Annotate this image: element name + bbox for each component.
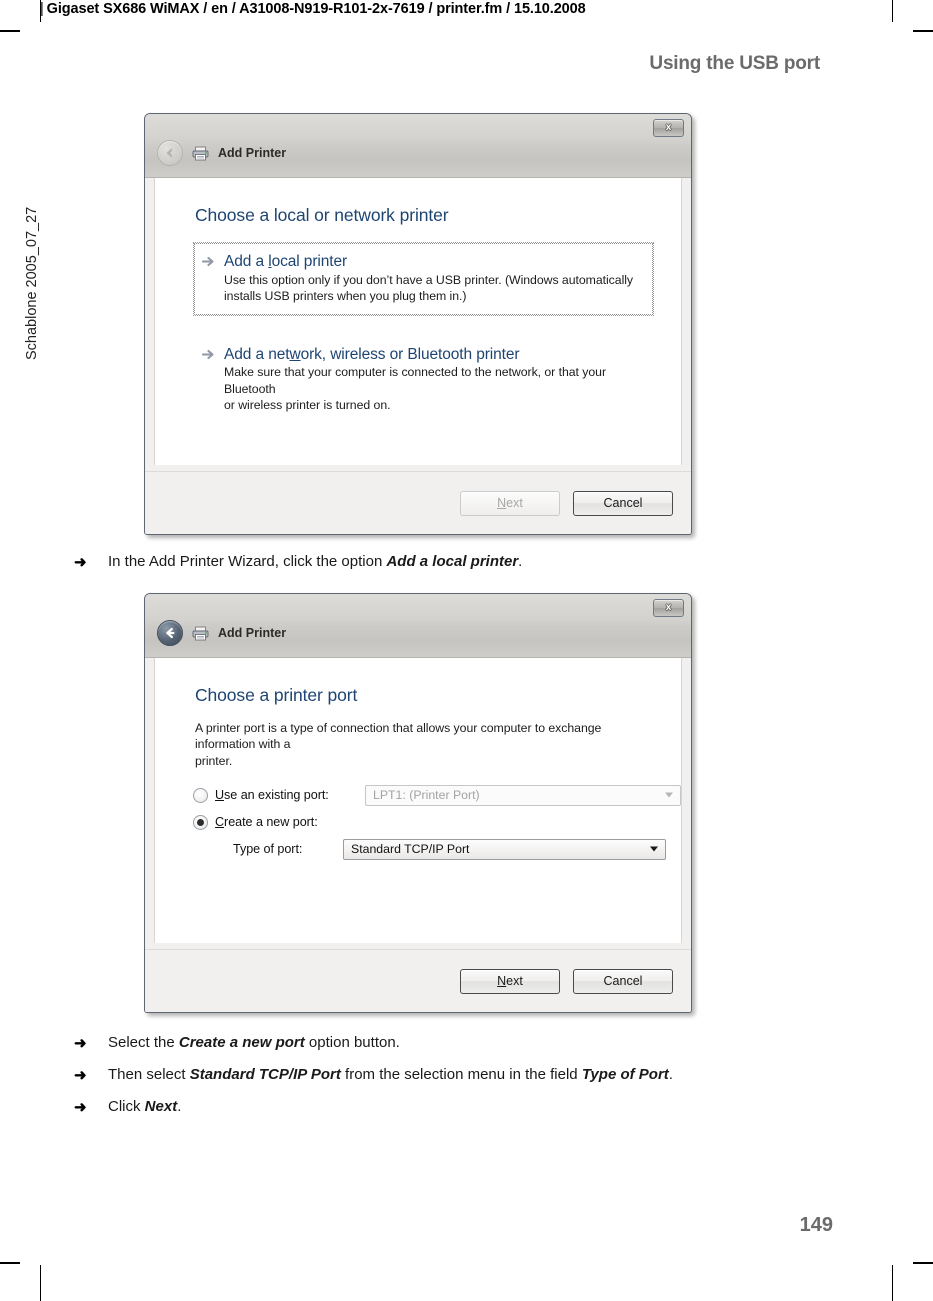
instruction-line-3: ➜ Then select Standard TCP/IP Port from t… — [74, 1066, 673, 1084]
close-icon[interactable]: x — [653, 119, 684, 137]
crop-mark-top-right-vertical — [892, 0, 893, 22]
add-printer-dialog-choose-type: x Add Printer Choose a local or network … — [144, 113, 692, 535]
bullet-arrow-icon: ➜ — [74, 1035, 87, 1052]
option-add-network-printer-description: Make sure that your computer is connecte… — [224, 365, 606, 412]
dialog1-footer: Next Cancel — [145, 471, 691, 534]
dialog1-nav-row: Add Printer — [157, 140, 286, 166]
next-button[interactable]: Next — [460, 490, 560, 516]
radio-create-new-port[interactable] — [193, 814, 208, 830]
bullet-arrow-icon: ➜ — [74, 1099, 87, 1116]
existing-port-row: Use an existing port: LPT1: (Printer Por… — [193, 783, 681, 807]
crop-mark-bottom-left-horizontal — [0, 1262, 20, 1264]
radio-use-existing-port[interactable] — [193, 787, 208, 803]
chevron-down-icon — [650, 846, 658, 852]
option-add-network-printer-title: Add a network, wireless or Bluetooth pri… — [224, 345, 520, 363]
bullet-arrow-icon: ➜ — [74, 554, 87, 571]
cancel-button[interactable]: Cancel — [573, 490, 673, 516]
crop-mark-bottom-left-vertical — [40, 1265, 41, 1301]
port-options-group: Use an existing port: LPT1: (Printer Por… — [193, 783, 681, 861]
dialog2-body: Choose a printer port A printer port is … — [154, 658, 682, 943]
side-template-label: Schablone 2005_07_27 — [24, 206, 40, 360]
type-of-port-select-value: Standard TCP/IP Port — [351, 842, 470, 857]
header-rule-mark: | — [40, 1, 44, 17]
instruction-line-1: ➜ In the Add Printer Wizard, click the op… — [74, 553, 523, 571]
dialog2-description: A printer port is a type of connection t… — [195, 721, 602, 768]
back-arrow-icon — [166, 148, 173, 158]
new-port-row: Create a new port: — [193, 810, 681, 834]
dialog1-body: Choose a local or network printer Add a … — [154, 178, 682, 465]
option-add-network-printer[interactable]: Add a network, wireless or Bluetooth pri… — [195, 337, 653, 423]
cancel-button[interactable]: Cancel — [573, 968, 673, 994]
add-printer-dialog-choose-port: x Add Printer Choose a printer port A pr… — [144, 593, 692, 1013]
close-icon-glyph: x — [665, 122, 672, 133]
close-icon-glyph: x — [665, 602, 672, 613]
crop-mark-top-left-horizontal — [0, 30, 20, 32]
crop-mark-bottom-right-vertical — [892, 1265, 893, 1301]
option-add-local-printer-description: Use this option only if you don’t have a… — [224, 272, 634, 304]
green-arrow-icon — [202, 256, 214, 267]
type-of-port-label: Type of port: — [233, 842, 303, 857]
bullet-arrow-icon: ➜ — [74, 1067, 87, 1084]
page-number: 149 — [799, 1214, 833, 1236]
dialog2-title: Add Printer — [218, 626, 287, 640]
chevron-down-icon — [665, 792, 673, 798]
back-button[interactable] — [157, 140, 183, 166]
crop-mark-top-right-horizontal — [913, 30, 933, 32]
document-header: | Gigaset SX686 WiMAX / en / A31008-N919-… — [40, 1, 586, 17]
dialog1-heading: Choose a local or network printer — [195, 205, 449, 225]
option-add-local-printer-title: Add a local printer — [224, 253, 348, 270]
back-button[interactable] — [157, 620, 183, 646]
chapter-title: Using the USB port — [649, 53, 820, 74]
existing-port-select[interactable]: LPT1: (Printer Port) — [365, 784, 681, 806]
instruction-line-4: ➜ Click Next. — [74, 1098, 182, 1116]
radio-create-new-port-label: Create a new port: — [215, 815, 318, 830]
header-file-path: Gigaset SX686 WiMAX / en / A31008-N919-R… — [46, 1, 586, 17]
printer-icon — [192, 146, 209, 160]
dialog2-heading: Choose a printer port — [195, 685, 358, 705]
dialog2-footer: Next Cancel — [145, 949, 691, 1012]
dialog2-nav-row: Add Printer — [157, 620, 286, 646]
type-of-port-row: Type of port: Standard TCP/IP Port — [193, 837, 681, 861]
dialog1-title: Add Printer — [218, 146, 287, 160]
instruction-line-2: ➜ Select the Create a new port option but… — [74, 1034, 400, 1052]
radio-use-existing-port-label: Use an existing port: — [215, 788, 329, 803]
crop-mark-bottom-right-horizontal — [913, 1262, 933, 1264]
dialog1-titlebar: x Add Printer — [145, 114, 691, 178]
back-arrow-icon — [166, 627, 175, 639]
green-arrow-icon — [202, 349, 214, 359]
dialog2-titlebar: x Add Printer — [145, 594, 691, 658]
printer-icon — [192, 626, 209, 640]
type-of-port-select[interactable]: Standard TCP/IP Port — [343, 838, 666, 860]
close-icon[interactable]: x — [653, 599, 684, 617]
existing-port-select-value: LPT1: (Printer Port) — [373, 788, 480, 803]
next-button[interactable]: Next — [460, 968, 560, 994]
option-add-local-printer[interactable]: Add a local printer Use this option only… — [193, 242, 654, 316]
